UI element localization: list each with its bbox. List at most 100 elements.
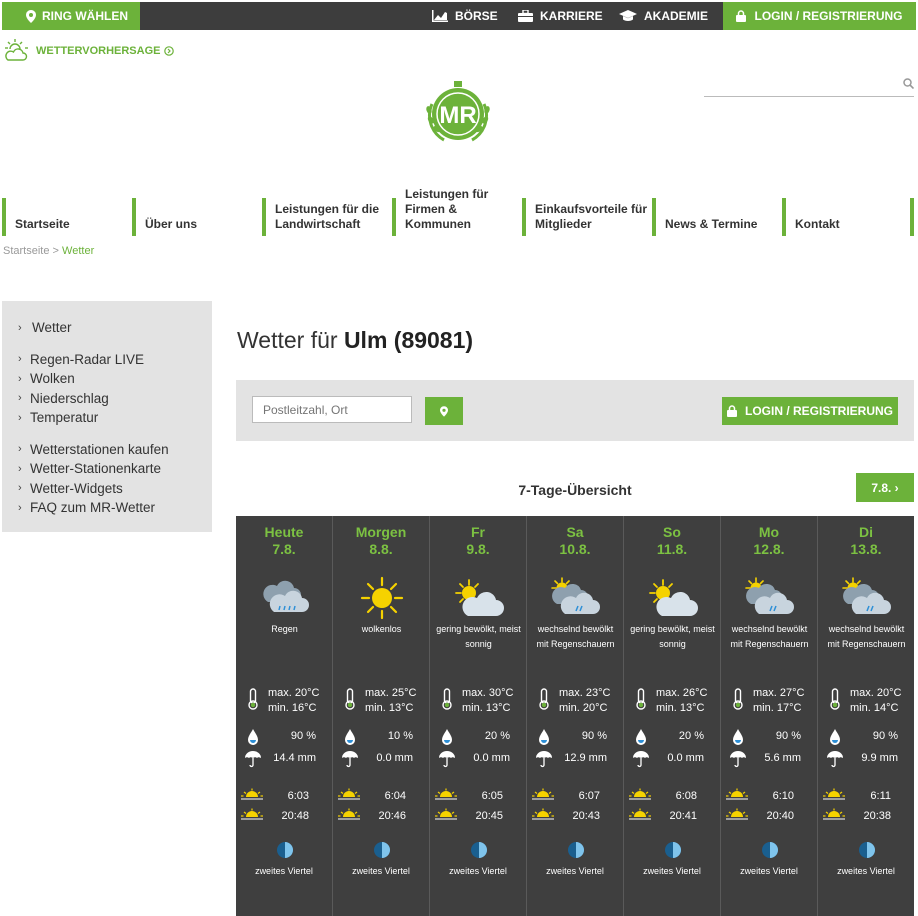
search-icon[interactable]	[903, 78, 914, 89]
nav-kontakt[interactable]: Kontakt	[782, 198, 910, 236]
akademie-link[interactable]: AKADEMIE	[619, 2, 708, 30]
page-title: Wetter für Ulm (89081)	[237, 327, 474, 353]
sidebar-item-wolken[interactable]: › Wolken	[2, 369, 212, 389]
sun-cloud-rain-icon	[840, 576, 894, 620]
sunrise-time: 6:07	[578, 790, 600, 802]
day-date: 13.8.	[850, 541, 882, 557]
weather-cloud-sun-icon	[5, 39, 28, 61]
nav-leistungen-landwirtschaft[interactable]: Leistungen für die Landwirtschaft	[262, 198, 392, 236]
briefcase-icon	[518, 10, 533, 22]
sidebar-item-stationenkarte[interactable]: › Wetter-Stationenkarte	[2, 459, 212, 479]
breadcrumb-home[interactable]: Startseite	[3, 245, 49, 257]
rain-amount: 5.6 mm	[764, 752, 801, 764]
weather-description: gering bewölkt, meist sonnig	[630, 624, 715, 649]
temp-max: max. 30°C	[462, 687, 514, 699]
moon-phase-label: zweites Viertel	[449, 866, 507, 876]
moon-phase-label: zweites Viertel	[643, 866, 701, 876]
city-name: Ulm (89081)	[343, 327, 474, 353]
moon-phase-icon	[568, 842, 584, 858]
weather-description: wechselnd bewölkt mit Regenschauern	[536, 624, 615, 649]
moon-phase-icon	[471, 842, 487, 858]
chevron-right-icon: ›	[18, 353, 22, 366]
sunrise-icon	[629, 788, 651, 800]
forecast-day[interactable]: So 11.8. gering bewölkt, meist sonnig ma…	[624, 516, 721, 916]
postcode-input[interactable]	[252, 396, 412, 423]
sidebar: › Wetter › Regen-Radar LIVE › Wolken › Niede…	[2, 301, 212, 532]
rain-probability: 20 %	[484, 730, 510, 742]
forecast-day[interactable]: Morgen 8.8. wolkenlos max. 25°C min. 13°…	[333, 516, 430, 916]
forecast-day[interactable]: Di 13.8. wechselnd bewölkt mit Regenscha…	[818, 516, 914, 916]
thermometer-icon	[345, 688, 355, 710]
sidebar-item-niederschlag[interactable]: › Niederschlag	[2, 389, 212, 409]
forecast-day[interactable]: Fr 9.8. gering bewölkt, meist sonnig max…	[430, 516, 527, 916]
breadcrumb-current: Wetter	[62, 245, 95, 257]
sidebar-item-wetterstationen-kaufen[interactable]: › Wetterstationen kaufen	[2, 440, 212, 460]
nav-leistungen-firmen[interactable]: Leistungen für Firmen & Kommunen	[392, 187, 522, 236]
sidebar-item-widgets[interactable]: › Wetter-Widgets	[2, 479, 212, 499]
moon-phase-label: zweites Viertel	[255, 866, 313, 876]
thermometer-icon	[830, 688, 840, 710]
next-week-button[interactable]: 7.8. ›	[856, 473, 914, 502]
boerse-link[interactable]: BÖRSE	[432, 2, 498, 30]
thermometer-icon	[248, 688, 258, 710]
sidebar-item-wetter[interactable]: › Wetter	[2, 318, 212, 338]
forecast-day[interactable]: Heute 7.8. Regen max. 20°C min. 16°C 90 …	[236, 516, 333, 916]
rain-amount: 0.0 mm	[667, 752, 704, 764]
sunset-icon	[629, 808, 651, 820]
sunset-icon	[241, 808, 263, 820]
nav-einkaufsvorteile[interactable]: Einkaufsvorteile für Mitglieder	[522, 198, 652, 236]
rain-probability: 90 %	[775, 730, 801, 742]
sunset-icon	[435, 808, 457, 820]
nav-startseite[interactable]: Startseite	[2, 198, 132, 236]
sunset-time: 20:43	[572, 810, 600, 822]
moon-phase-icon	[374, 842, 390, 858]
sunset-time: 20:38	[863, 810, 891, 822]
sunset-time: 20:45	[475, 810, 503, 822]
temp-max: max. 20°C	[850, 687, 902, 699]
ring-waehlen-button[interactable]: RING WÄHLEN	[2, 2, 140, 30]
weather-description: gering bewölkt, meist sonnig	[436, 624, 521, 649]
day-date: 9.8.	[466, 541, 490, 557]
login-label: LOGIN / REGISTRIERUNG	[744, 404, 893, 418]
nav-news-termine[interactable]: News & Termine	[652, 198, 782, 236]
umbrella-icon	[439, 751, 455, 768]
site-search-input[interactable]	[704, 96, 914, 97]
nav-ueber-uns[interactable]: Über uns	[132, 198, 262, 236]
day-name: Fr	[471, 524, 485, 540]
moon-phase-label: zweites Viertel	[546, 866, 604, 876]
thermometer-icon	[539, 688, 549, 710]
rain-probability: 90 %	[581, 730, 607, 742]
overview-title: 7-Tage-Übersicht	[518, 482, 632, 498]
sunset-icon	[823, 808, 845, 820]
mr-logo[interactable]: MR	[423, 80, 493, 148]
temp-max: max. 20°C	[268, 687, 320, 699]
forecast-day[interactable]: Sa 10.8. wechselnd bewölkt mit Regenscha…	[527, 516, 624, 916]
cloud-rain-icon	[258, 576, 312, 620]
sunset-icon	[338, 808, 360, 820]
graduation-cap-icon	[619, 10, 637, 21]
karriere-label: KARRIERE	[540, 9, 603, 23]
sidebar-item-temperatur[interactable]: › Temperatur	[2, 408, 212, 428]
chevron-right-icon: ›	[18, 321, 22, 334]
locate-button[interactable]	[425, 397, 463, 425]
rain-probability: 90 %	[290, 730, 316, 742]
karriere-link[interactable]: KARRIERE	[518, 2, 603, 30]
sidebar-item-regen-radar[interactable]: › Regen-Radar LIVE	[2, 350, 212, 370]
login-button[interactable]: LOGIN / REGISTRIERUNG	[722, 397, 898, 425]
weather-description: wolkenlos	[361, 624, 402, 634]
wettervorhersage-link[interactable]: WETTERVORHERSAGE	[36, 45, 175, 57]
day-date: 7.8.	[272, 541, 296, 557]
sunrise-time: 6:10	[772, 790, 794, 802]
sunrise-time: 6:05	[481, 790, 503, 802]
sunrise-time: 6:03	[287, 790, 309, 802]
umbrella-icon	[536, 751, 552, 768]
forecast-day[interactable]: Mo 12.8. wechselnd bewölkt mit Regenscha…	[721, 516, 818, 916]
temp-min: min. 14°C	[850, 702, 899, 714]
moon-phase-icon	[762, 842, 778, 858]
top-login-button[interactable]: LOGIN / REGISTRIERUNG	[723, 2, 916, 30]
nav-end-bar	[910, 198, 914, 236]
chart-icon	[432, 10, 448, 22]
sunset-icon	[532, 808, 554, 820]
sidebar-item-faq[interactable]: › FAQ zum MR-Wetter	[2, 498, 212, 518]
day-date: 11.8.	[656, 541, 688, 557]
